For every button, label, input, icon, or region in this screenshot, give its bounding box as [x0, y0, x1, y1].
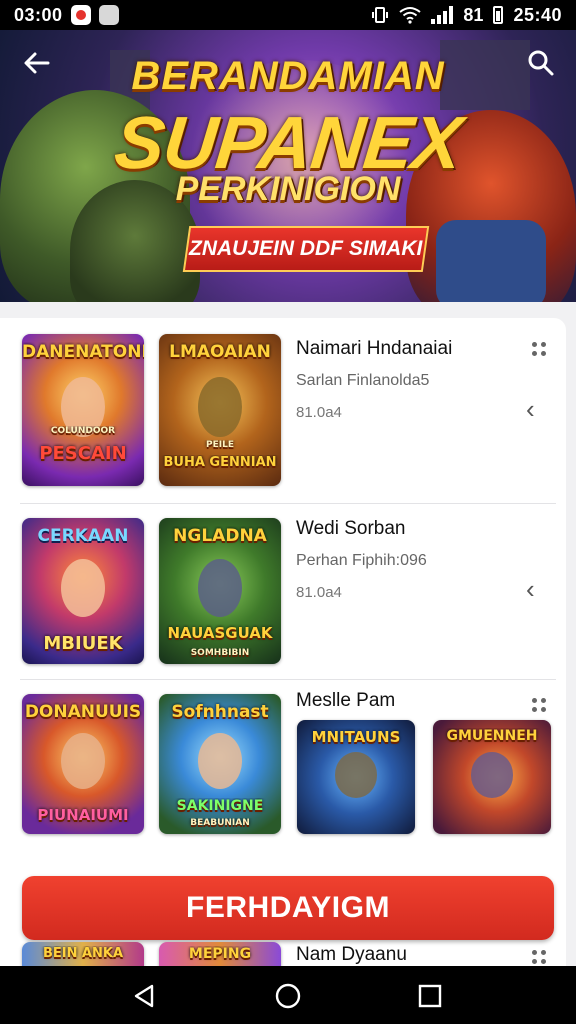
list-item[interactable]: DONANUUIS PIUNAIUMI Sofnhnast SAKINIGNE … — [20, 680, 556, 850]
wifi-icon — [399, 7, 422, 24]
vibrate-icon — [372, 7, 389, 23]
recents-icon[interactable] — [416, 982, 444, 1010]
list-item[interactable]: DANENATONR PESCAIN COLUNDOOR LMAOAIAN BU… — [20, 318, 556, 504]
list-item[interactable]: CERKAAN MBIUEK NGLADNA NAUASGUAK SOMHBIB… — [20, 504, 556, 680]
battery-level: 81 — [463, 4, 484, 25]
primary-action-label: FERHDAYIGM — [186, 891, 390, 924]
status-time: 03:00 — [14, 4, 63, 25]
back-icon[interactable] — [130, 982, 158, 1010]
game-thumbnail[interactable]: BEIN ANKA — [22, 942, 144, 966]
game-list[interactable]: DANENATONR PESCAIN COLUNDOOR LMAOAIAN BU… — [0, 302, 576, 966]
game-info: Nam Dyaanu — [296, 944, 407, 966]
game-info: Meslle Pam — [296, 690, 395, 712]
notification-chat-icon — [98, 5, 119, 25]
home-icon[interactable] — [274, 982, 302, 1010]
game-thumbnail[interactable]: DONANUUIS PIUNAIUMI — [22, 694, 144, 834]
hero-title-line-1: BERANDAMIAN — [131, 54, 445, 98]
primary-action-button[interactable]: FERHDAYIGM — [22, 876, 554, 940]
game-info: Naimari Hndanaiai Sarlan Finlanolda5 81.… — [296, 338, 452, 421]
hero-banner[interactable]: BERANDAMIAN SUPANEX PERKINIGION ZNAUJEIN… — [0, 30, 576, 302]
game-title: Meslle Pam — [296, 690, 396, 711]
game-thumbnail[interactable]: Sofnhnast SAKINIGNE BEABUNIAN — [159, 694, 281, 834]
status-clock: 25:40 — [513, 4, 562, 25]
game-thumbnail[interactable]: LMAOAIAN BUHA GENNIAN PEILE — [159, 334, 281, 486]
hero-title-line-3: PERKINIGION — [175, 170, 401, 208]
game-list-panel: DANENATONR PESCAIN COLUNDOOR LMAOAIAN BU… — [0, 318, 566, 966]
game-title: Wedi Sorban — [296, 518, 406, 539]
list-item[interactable]: BEIN ANKA MEPING Nam Dyaanu — [20, 942, 556, 966]
game-info: Wedi Sorban Perhan Fiphih:096 81.0a4 — [296, 518, 427, 601]
hero-ribbon: ZNAUJEIN DDF SIMAKI — [182, 226, 430, 272]
more-options-icon[interactable] — [532, 698, 548, 714]
game-thumbnail[interactable]: CERKAAN MBIUEK — [22, 518, 144, 664]
chevron-left-icon[interactable]: ‹ — [526, 396, 535, 422]
game-thumbnail[interactable]: DANENATONR PESCAIN COLUNDOOR — [22, 334, 144, 486]
status-bar: 03:00 81 25:40 — [0, 0, 576, 30]
system-nav-bar — [0, 966, 576, 1024]
game-thumbnail[interactable]: GMUENNEH — [433, 720, 551, 834]
signal-icon — [431, 6, 454, 24]
game-thumbnail[interactable]: NGLADNA NAUASGUAK SOMHBIBIN — [159, 518, 281, 664]
game-thumbnail[interactable]: MNITAUNS — [297, 720, 415, 834]
hero-ribbon-text: ZNAUJEIN DDF SIMAKI — [189, 237, 423, 260]
game-title: Naimari Hndanaiai — [296, 338, 453, 359]
game-subtitle: Perhan Fiphih:096 — [296, 552, 427, 569]
notification-app-icon — [70, 5, 91, 25]
game-meta: 81.0a4 — [296, 404, 342, 421]
game-thumbnail[interactable]: MEPING — [159, 942, 281, 966]
game-title: Nam Dyaanu — [296, 944, 407, 965]
chevron-left-icon[interactable]: ‹ — [526, 576, 535, 602]
more-options-icon[interactable] — [532, 342, 548, 358]
game-subtitle: Sarlan Finlanolda5 — [296, 372, 430, 389]
more-options-icon[interactable] — [532, 950, 548, 966]
battery-icon — [493, 6, 504, 24]
game-meta: 81.0a4 — [296, 584, 342, 601]
